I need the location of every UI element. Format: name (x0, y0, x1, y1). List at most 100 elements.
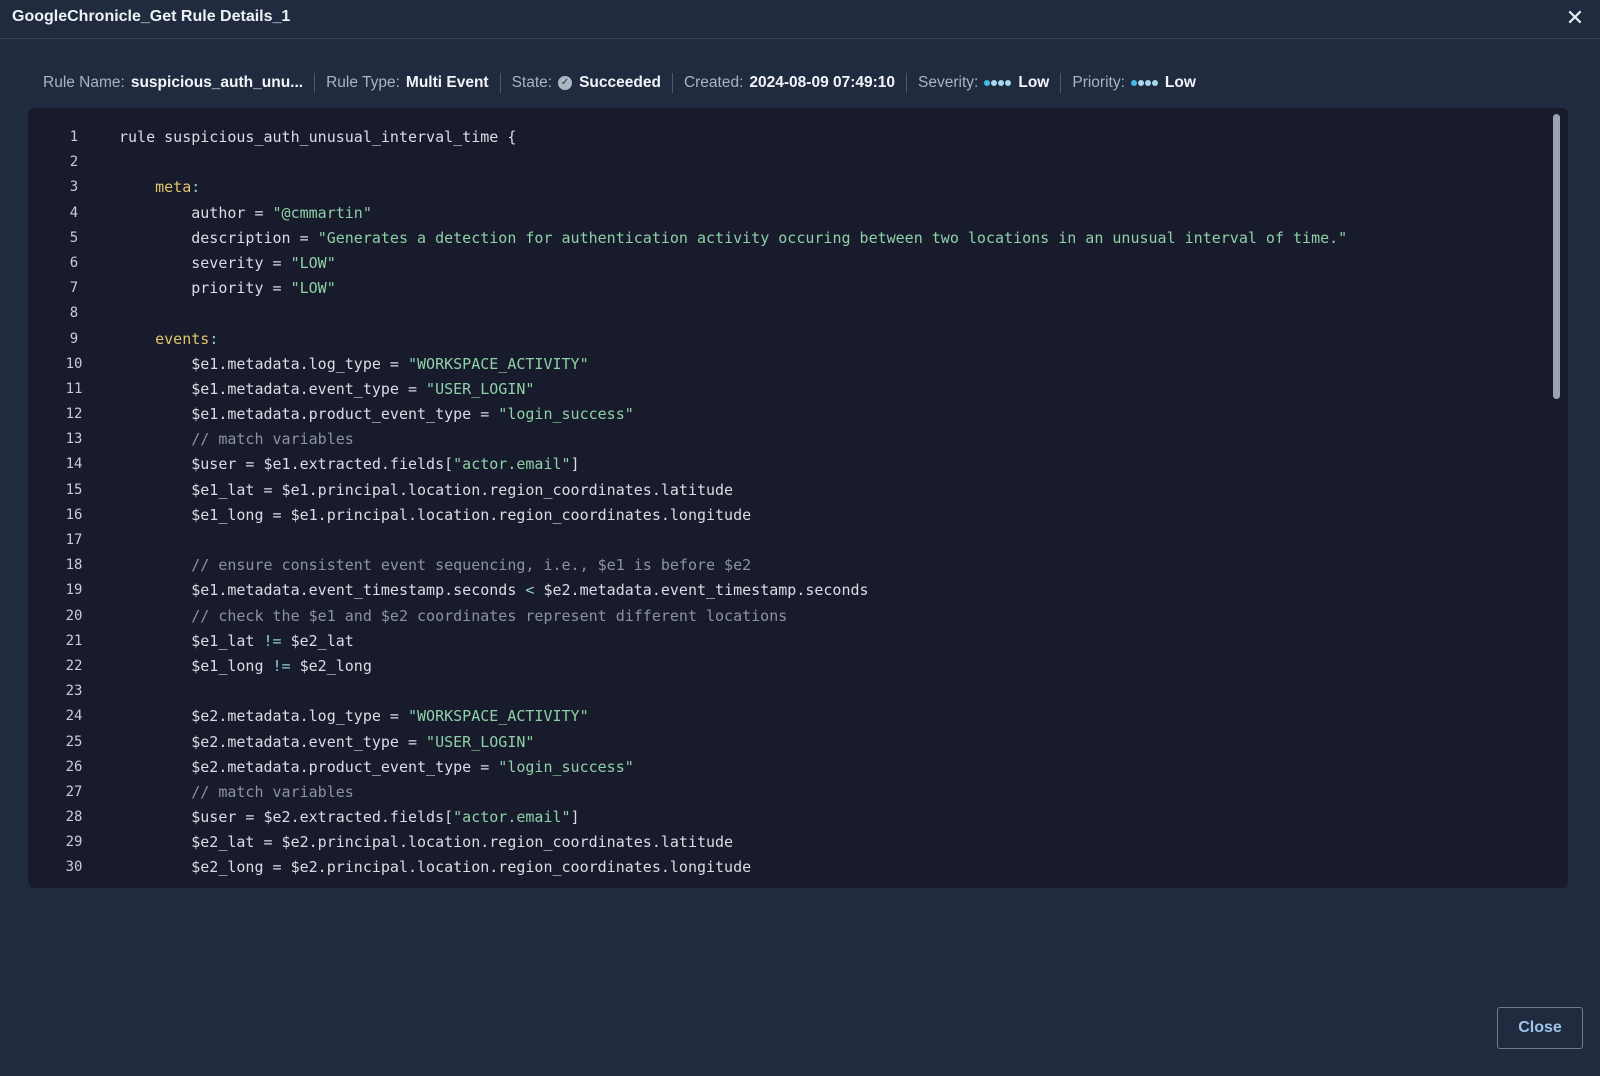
divider (906, 73, 908, 93)
window-title: GoogleChronicle_Get Rule Details_1 (12, 8, 291, 25)
code-line: 26 $e2.metadata.product_event_type = "lo… (28, 755, 1538, 780)
close-button[interactable]: Close (1497, 1007, 1583, 1049)
code-line: 3 meta: (28, 175, 1538, 200)
state: State: ✓ Succeeded (512, 74, 661, 92)
code-line: 7 priority = "LOW" (28, 276, 1538, 301)
code-text: $e2_lat = $e2.principal.location.region_… (119, 833, 734, 852)
code-text: // match variables (119, 782, 354, 801)
code-line: 23 (28, 679, 1538, 704)
divider (499, 73, 501, 93)
code-text: rule suspicious_auth_unusual_interval_ti… (119, 128, 517, 146)
code-line: 17 (28, 528, 1538, 553)
line-number: 13 (65, 431, 83, 448)
line-number: 12 (65, 406, 83, 423)
line-number: 28 (65, 809, 83, 826)
code-text: $e2.metadata.event_type = "USER_LOGIN" (119, 732, 535, 751)
check-circle-icon: ✓ (558, 76, 573, 90)
rule-meta-bar: Rule Name: suspicious_auth_unu... Rule T… (43, 72, 1196, 94)
line-number: 8 (69, 305, 79, 322)
code-text: $e1_long = $e1.principal.location.region… (119, 505, 752, 524)
code-line: 12 $e1.metadata.product_event_type = "lo… (28, 402, 1538, 427)
code-line: 13 // match variables (28, 427, 1538, 452)
code-text: // check the $e1 and $e2 coordinates rep… (119, 606, 788, 625)
code-text: $e2_long = $e2.principal.location.region… (119, 858, 752, 877)
code-text: $e1_long != $e2_long (119, 656, 372, 675)
severity-level-icon (984, 80, 1012, 86)
code-line: 16 $e1_long = $e1.principal.location.reg… (28, 503, 1538, 528)
code-line: 15 $e1_lat = $e1.principal.location.regi… (28, 478, 1538, 503)
close-icon[interactable]: ✕ (1562, 5, 1588, 31)
line-number: 6 (69, 254, 79, 271)
priority-value: Low (1164, 74, 1196, 91)
code-line: 27 // match variables (28, 780, 1538, 805)
line-number: 1 (69, 129, 79, 145)
code-line: 29 $e2_lat = $e2.principal.location.regi… (28, 830, 1538, 855)
code-line: 6 severity = "LOW" (28, 251, 1538, 276)
line-number: 21 (65, 632, 83, 649)
line-number: 7 (69, 280, 79, 297)
rule-type: Rule Type: Multi Event (326, 74, 489, 92)
line-number: 2 (69, 154, 79, 171)
divider (314, 73, 316, 93)
code-text: $e1_lat != $e2_lat (119, 631, 354, 650)
code-text: events: (155, 329, 219, 348)
line-number: 4 (69, 204, 79, 221)
divider (671, 73, 673, 93)
created: Created: 2024-08-09 07:49:10 (684, 74, 895, 92)
line-number: 16 (65, 506, 83, 523)
code-text: severity = "LOW" (119, 253, 336, 272)
priority-label: Priority: (1072, 74, 1125, 91)
scrollbar-thumb[interactable] (1553, 114, 1560, 399)
code-line: 25 $e2.metadata.event_type = "USER_LOGIN… (28, 730, 1538, 755)
code-text: description = "Generates a detection for… (119, 228, 1348, 247)
line-number: 26 (65, 758, 83, 775)
code-line: 19 $e1.metadata.event_timestamp.seconds … (28, 578, 1538, 603)
code-text: $user = $e1.extracted.fields["actor.emai… (119, 455, 580, 474)
code-line: 24 $e2.metadata.log_type = "WORKSPACE_AC… (28, 704, 1538, 729)
code-text: author = "@cmmartin" (119, 203, 372, 222)
severity-value: Low (1018, 74, 1050, 91)
line-number: 17 (65, 532, 83, 548)
code-lines: 1 rule suspicious_auth_unusual_interval_t… (28, 125, 1538, 881)
code-text: $e1.metadata.event_type = "USER_LOGIN" (119, 379, 535, 398)
line-number: 5 (69, 229, 79, 246)
code-text: // ensure consistent event sequencing, i… (119, 556, 752, 575)
divider (1060, 73, 1062, 93)
code-line: 30 $e2_long = $e2.principal.location.reg… (28, 855, 1538, 880)
code-line: 4 author = "@cmmartin" (28, 201, 1538, 226)
code-text: $e2.metadata.log_type = "WORKSPACE_ACTIV… (119, 707, 589, 726)
code-text: $e1.metadata.product_event_type = "login… (119, 405, 634, 424)
scrollbar[interactable] (1553, 114, 1560, 882)
code-line: 20 // check the $e1 and $e2 coordinates … (28, 604, 1538, 629)
rule-name-label: Rule Name: (43, 74, 125, 91)
line-number: 20 (65, 607, 83, 624)
created-value: 2024-08-09 07:49:10 (749, 74, 896, 91)
code-line: 22 $e1_long != $e2_long (28, 654, 1538, 679)
code-viewer[interactable]: 1 rule suspicious_auth_unusual_interval_t… (28, 108, 1568, 888)
created-label: Created: (683, 74, 744, 91)
rule-name: Rule Name: suspicious_auth_unu... (43, 74, 303, 92)
code-line: 21 $e1_lat != $e2_lat (28, 629, 1538, 654)
code-text: $e1_lat = $e1.principal.location.region_… (119, 480, 734, 499)
state-value: Succeeded (579, 74, 661, 91)
rule-type-label: Rule Type: (326, 74, 400, 91)
code-line: 11 $e1.metadata.event_type = "USER_LOGIN… (28, 377, 1538, 402)
line-number: 24 (65, 708, 83, 725)
rule-name-value: suspicious_auth_unu... (130, 74, 304, 91)
title-bar: GoogleChronicle_Get Rule Details_1 ✕ (0, 0, 1600, 39)
line-number: 19 (65, 582, 83, 599)
code-line: 28 $user = $e2.extracted.fields["actor.e… (28, 805, 1538, 830)
line-number: 22 (65, 657, 83, 674)
line-number: 29 (65, 834, 83, 851)
code-text: priority = "LOW" (119, 279, 336, 298)
code-text: // match variables (119, 430, 354, 449)
line-number: 10 (65, 355, 83, 372)
code-text: $e1.metadata.log_type = "WORKSPACE_ACTIV… (119, 354, 589, 373)
severity: Severity: Low (918, 74, 1049, 92)
code-line: 18 // ensure consistent event sequencing… (28, 553, 1538, 578)
code-text: $e2.metadata.product_event_type = "login… (119, 757, 634, 776)
